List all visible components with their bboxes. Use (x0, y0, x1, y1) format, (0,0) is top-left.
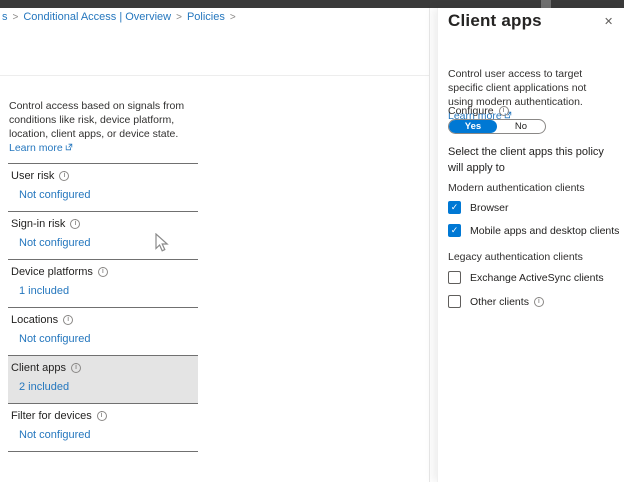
checkbox-label: Mobile apps and desktop clients (470, 225, 619, 237)
checkbox-other-clients[interactable] (448, 295, 461, 308)
breadcrumb-link-policies[interactable]: Policies (187, 11, 225, 23)
conditions-intro-body: Control access based on signals from con… (9, 100, 184, 140)
checkbox-exchange-activesync[interactable] (448, 271, 461, 284)
breadcrumb-link-conditional-access[interactable]: Conditional Access | Overview (23, 11, 171, 23)
condition-value-link[interactable]: Not configured (19, 333, 91, 345)
checkbox-label: Browser (470, 202, 509, 214)
client-apps-panel: Client apps ✕ Control user access to tar… (437, 8, 624, 482)
topbar-notch (541, 0, 551, 8)
checkbox-label: Exchange ActiveSync clients (470, 272, 604, 284)
condition-label: Filter for devices (11, 410, 92, 422)
configure-toggle[interactable]: Yes No (448, 119, 546, 134)
checkbox-mobile-apps[interactable]: ✓ (448, 224, 461, 237)
checkbox-browser[interactable]: ✓ (448, 201, 461, 214)
condition-label: Client apps (11, 362, 66, 374)
condition-value-link[interactable]: Not configured (19, 189, 91, 201)
conditions-learn-more-link[interactable]: Learn more (9, 142, 63, 154)
checkmark-icon: ✓ (451, 201, 459, 214)
condition-row-filter-for-devices[interactable]: Filter for devices i Not configured (8, 404, 198, 452)
condition-value-link[interactable]: Not configured (19, 429, 91, 441)
conditions-intro-text: Control access based on signals from con… (8, 100, 198, 164)
toggle-yes-option[interactable]: Yes (449, 120, 497, 133)
breadcrumb-separator: > (13, 12, 19, 23)
close-icon[interactable]: ✕ (602, 13, 615, 30)
checkbox-label: Other clients (470, 296, 529, 308)
select-prompt-text: Select the client apps this policy will … (448, 145, 606, 177)
info-icon[interactable]: i (71, 363, 81, 373)
breadcrumb-link-home[interactable]: s (2, 11, 8, 23)
checkbox-row-other-clients: Other clients i (448, 295, 544, 308)
breadcrumb-separator: > (230, 12, 236, 23)
toolbar-divider (0, 75, 430, 76)
info-icon[interactable]: i (70, 219, 80, 229)
info-icon[interactable]: i (63, 315, 73, 325)
breadcrumb: s > Conditional Access | Overview > Poli… (2, 11, 236, 23)
external-link-icon (65, 142, 73, 156)
checkmark-icon: ✓ (451, 224, 459, 237)
conditions-list: Control access based on signals from con… (8, 100, 198, 452)
info-icon[interactable]: i (59, 171, 69, 181)
checkbox-row-browser: ✓ Browser (448, 201, 509, 214)
condition-row-sign-in-risk[interactable]: Sign-in risk i Not configured (8, 212, 198, 260)
condition-value-link[interactable]: 2 included (19, 381, 69, 393)
group-heading-modern: Modern authentication clients (448, 182, 585, 194)
condition-label: Device platforms (11, 266, 93, 278)
info-icon[interactable]: i (97, 411, 107, 421)
condition-label: Locations (11, 314, 58, 326)
content-panel-divider (429, 8, 430, 482)
condition-value-link[interactable]: 1 included (19, 285, 69, 297)
condition-row-locations[interactable]: Locations i Not configured (8, 308, 198, 356)
top-window-bar (0, 0, 624, 8)
condition-label: User risk (11, 170, 54, 182)
panel-title: Client apps (448, 11, 542, 31)
toggle-no-option[interactable]: No (497, 120, 545, 133)
panel-description-body: Control user access to target specific c… (448, 68, 586, 108)
condition-row-user-risk[interactable]: User risk i Not configured (8, 164, 198, 212)
breadcrumb-separator: > (176, 12, 182, 23)
configure-label: Configure (448, 105, 494, 117)
checkbox-row-exchange-activesync: Exchange ActiveSync clients (448, 271, 604, 284)
checkbox-row-mobile-apps: ✓ Mobile apps and desktop clients (448, 224, 619, 237)
info-icon[interactable]: i (534, 297, 544, 307)
condition-value-link[interactable]: Not configured (19, 237, 91, 249)
condition-row-client-apps[interactable]: Client apps i 2 included (8, 356, 198, 404)
info-icon[interactable]: i (499, 106, 509, 116)
info-icon[interactable]: i (98, 267, 108, 277)
condition-label: Sign-in risk (11, 218, 65, 230)
configure-label-row: Configure i (448, 105, 509, 117)
group-heading-legacy: Legacy authentication clients (448, 251, 583, 263)
condition-row-device-platforms[interactable]: Device platforms i 1 included (8, 260, 198, 308)
